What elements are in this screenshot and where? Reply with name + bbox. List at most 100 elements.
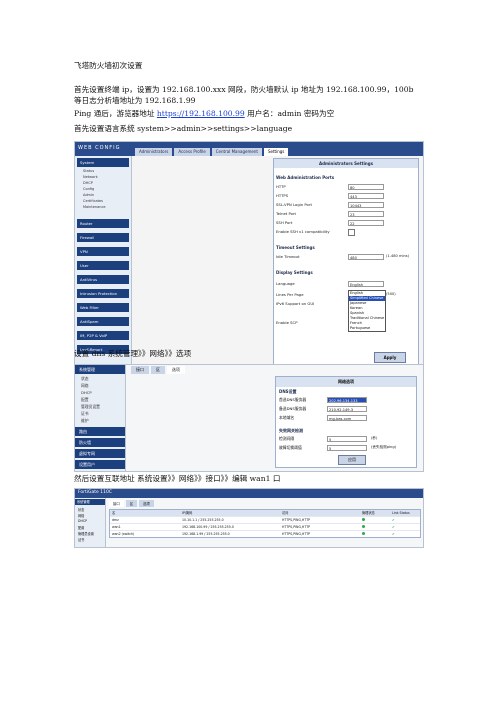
- ssh-port-field[interactable]: 22: [348, 220, 384, 226]
- tab-interface[interactable]: 接口: [131, 366, 149, 374]
- sidebar-item-vpn[interactable]: VPN: [77, 247, 129, 256]
- sidebar-item-antivirus[interactable]: AntiVirus: [77, 275, 129, 284]
- primary-dns-label: 首选DNS服务器: [279, 397, 307, 402]
- sidebar-item-antispam[interactable]: AntiSpam: [77, 317, 129, 326]
- admin-settings-panel: Administrators Settings Web Administrati…: [273, 158, 419, 368]
- row-local-domain: 本地域名 mg-bas.com: [279, 415, 413, 422]
- idle-timeout-field[interactable]: 480: [348, 254, 384, 260]
- sidebar-item-maintenance[interactable]: Maintenance: [83, 205, 106, 209]
- tab-access-profile[interactable]: Access Profile: [174, 148, 210, 156]
- cell-access: HTTPS,PING,HTTP: [282, 518, 311, 522]
- tab-options[interactable]: 选项: [167, 366, 185, 374]
- status-dot-icon: [362, 517, 392, 523]
- sidebar-item-firewall-cn[interactable]: 防火墙: [75, 438, 125, 447]
- row-http: HTTP 80: [276, 184, 416, 191]
- https-port-field[interactable]: 443: [348, 193, 384, 199]
- tab-interface-fg[interactable]: 接口: [109, 500, 124, 507]
- paragraph-wan1: 然后设置互联地址 系统设置》》网络》》接口》》编辑 wan1 口: [74, 474, 281, 483]
- table-row[interactable]: wan2 (switch) 192.168.1.99 / 255.255.255…: [110, 530, 420, 537]
- local-domain-label: 本地域名: [279, 415, 295, 420]
- sidebar-item-admin-cn[interactable]: 管理员设置: [81, 404, 100, 410]
- section-web-ports: Web Administration Ports: [276, 175, 335, 180]
- sidebar-item-network-cn[interactable]: 网络: [81, 383, 89, 389]
- sidebar-item-im-p2p[interactable]: IM, P2P & VoIP: [77, 331, 129, 340]
- http-port-field[interactable]: 80: [348, 184, 384, 190]
- interfaces-table: 名 IP/掩码 访问 管理状态 Link Status dmz 10.10.1.…: [109, 509, 421, 538]
- sidebar-item-config[interactable]: Config: [83, 187, 94, 191]
- sidebar-item-dhcp-fg[interactable]: DHCP: [78, 519, 87, 523]
- sidebar-item-web-filter[interactable]: Web Filter: [77, 303, 129, 312]
- telnet-port-field[interactable]: 23: [348, 211, 384, 217]
- col-ip: IP/掩码: [182, 511, 193, 515]
- sidebar-item-dhcp-cn[interactable]: DHCP: [81, 390, 92, 395]
- apply-button-cn[interactable]: 应用: [338, 455, 366, 465]
- table-header: 名 IP/掩码 访问 管理状态 Link Status: [110, 510, 420, 516]
- table-row[interactable]: dmz 10.10.1.1 / 255.255.255.0 HTTPS,PING…: [110, 516, 420, 523]
- sidebar-item-user[interactable]: User: [77, 261, 129, 270]
- doc-title: 飞塔防火墙初次设置: [74, 61, 143, 70]
- tab-zone[interactable]: 区: [151, 366, 165, 374]
- sidebar-item-status-fg[interactable]: 状态: [78, 507, 84, 512]
- check-icon: ✔: [392, 532, 395, 536]
- paragraph-log-address: 等日志分析墙地址为 192.168.1.99: [74, 96, 196, 105]
- sidebar-item-config-cn[interactable]: 配置: [81, 397, 89, 403]
- secondary-dns-field[interactable]: 210.92.149.3: [327, 406, 367, 412]
- row-detect-interval: 检测间隔 5 (秒): [279, 436, 413, 443]
- sidebar-item-router[interactable]: Router: [77, 219, 129, 228]
- sidebar-item-vpn-cn[interactable]: 虚拟专网: [75, 449, 125, 458]
- sidebar-item-network-fg[interactable]: 网络: [78, 513, 84, 518]
- row-idle-timeout: Idle Timeout 480 (1-480 mins): [276, 254, 416, 261]
- status-dot-icon: [362, 531, 392, 537]
- cell-name: wan1: [112, 525, 121, 529]
- sidebar-item-cert-cn[interactable]: 证书: [81, 411, 89, 417]
- cell-ip: 192.168.100.99 / 255.255.255.0: [182, 525, 234, 529]
- sidebar-item-firewall[interactable]: Firewall: [77, 233, 129, 242]
- tab-zone-fg[interactable]: 区: [125, 500, 138, 507]
- tab-administrators[interactable]: Administrators: [135, 148, 173, 156]
- row-ssh-compat: Enable SSH v1 compatibility: [276, 229, 416, 236]
- sidebar-item-dhcp[interactable]: DHCP: [83, 181, 93, 185]
- table-row[interactable]: wan1 192.168.100.99 / 255.255.255.0 HTTP…: [110, 523, 420, 530]
- cell-access: HTTPS,PING,HTTP: [282, 532, 311, 536]
- network-options-panel: 网络选项 DNS设置 首选DNS服务器 202.96.134.133 备选DNS服…: [275, 376, 417, 468]
- sidebar-item-system-fg[interactable]: 系统管理: [75, 499, 105, 505]
- sidebar-item-admin-fg[interactable]: 管理员设置: [78, 531, 94, 536]
- row-language: Language English: [276, 281, 416, 288]
- tab-options-fg[interactable]: 选项: [139, 500, 154, 507]
- section-display: Display Settings: [276, 270, 313, 275]
- detect-interval-field[interactable]: 5: [327, 436, 367, 442]
- sidebar-item-system-cn[interactable]: 系统管理: [75, 365, 125, 374]
- col-admin-status: 管理状态: [362, 511, 375, 515]
- sidebar-item-router-cn[interactable]: 路由: [75, 427, 125, 436]
- sidebar-item-system[interactable]: System: [77, 158, 129, 167]
- sslvpn-port-field[interactable]: 10443: [348, 202, 384, 208]
- sidebar-item-network[interactable]: Network: [83, 175, 98, 179]
- sidebar-item-admin[interactable]: Admin: [83, 193, 94, 197]
- section-dns: DNS设置: [279, 389, 297, 394]
- sidebar-item-ips[interactable]: Intrusion Protection: [77, 289, 129, 298]
- ssh-compat-checkbox[interactable]: [348, 229, 355, 236]
- sidebar-item-cert-fg[interactable]: 证书: [78, 537, 84, 542]
- tab-central-management[interactable]: Central Management: [211, 148, 262, 156]
- sidebar-item-config-fg[interactable]: 配置: [78, 525, 84, 530]
- sidebar-item-user-cn[interactable]: 设置用户: [75, 460, 125, 469]
- sidebar-item-maint-cn[interactable]: 维护: [81, 418, 89, 424]
- sidebar-item-status[interactable]: Status: [83, 169, 94, 173]
- detect-interval-label: 检测间隔: [279, 436, 295, 441]
- secondary-dns-label: 备选DNS服务器: [279, 406, 307, 411]
- sidebar-item-status-cn[interactable]: 状态: [81, 376, 89, 382]
- failover-field[interactable]: 5: [327, 445, 367, 451]
- tab-bar: Administrators Access Profile Central Ma…: [135, 148, 289, 156]
- cell-name: dmz: [112, 518, 119, 522]
- local-domain-field[interactable]: mg-bas.com: [327, 415, 367, 421]
- sidebar-item-certificates[interactable]: Certificates: [83, 199, 103, 203]
- tab-settings[interactable]: Settings: [263, 148, 289, 156]
- col-link-status: Link Status: [392, 511, 410, 515]
- apply-button[interactable]: Apply: [374, 352, 406, 363]
- primary-dns-field[interactable]: 202.96.134.133: [327, 397, 367, 403]
- language-option[interactable]: Portuguese: [349, 326, 385, 331]
- language-label: Language: [276, 281, 295, 286]
- admin-url-link[interactable]: https://192.168.100.99: [157, 109, 245, 118]
- failover-unit: (丢失检测ping): [371, 445, 397, 449]
- language-select[interactable]: English: [348, 281, 384, 287]
